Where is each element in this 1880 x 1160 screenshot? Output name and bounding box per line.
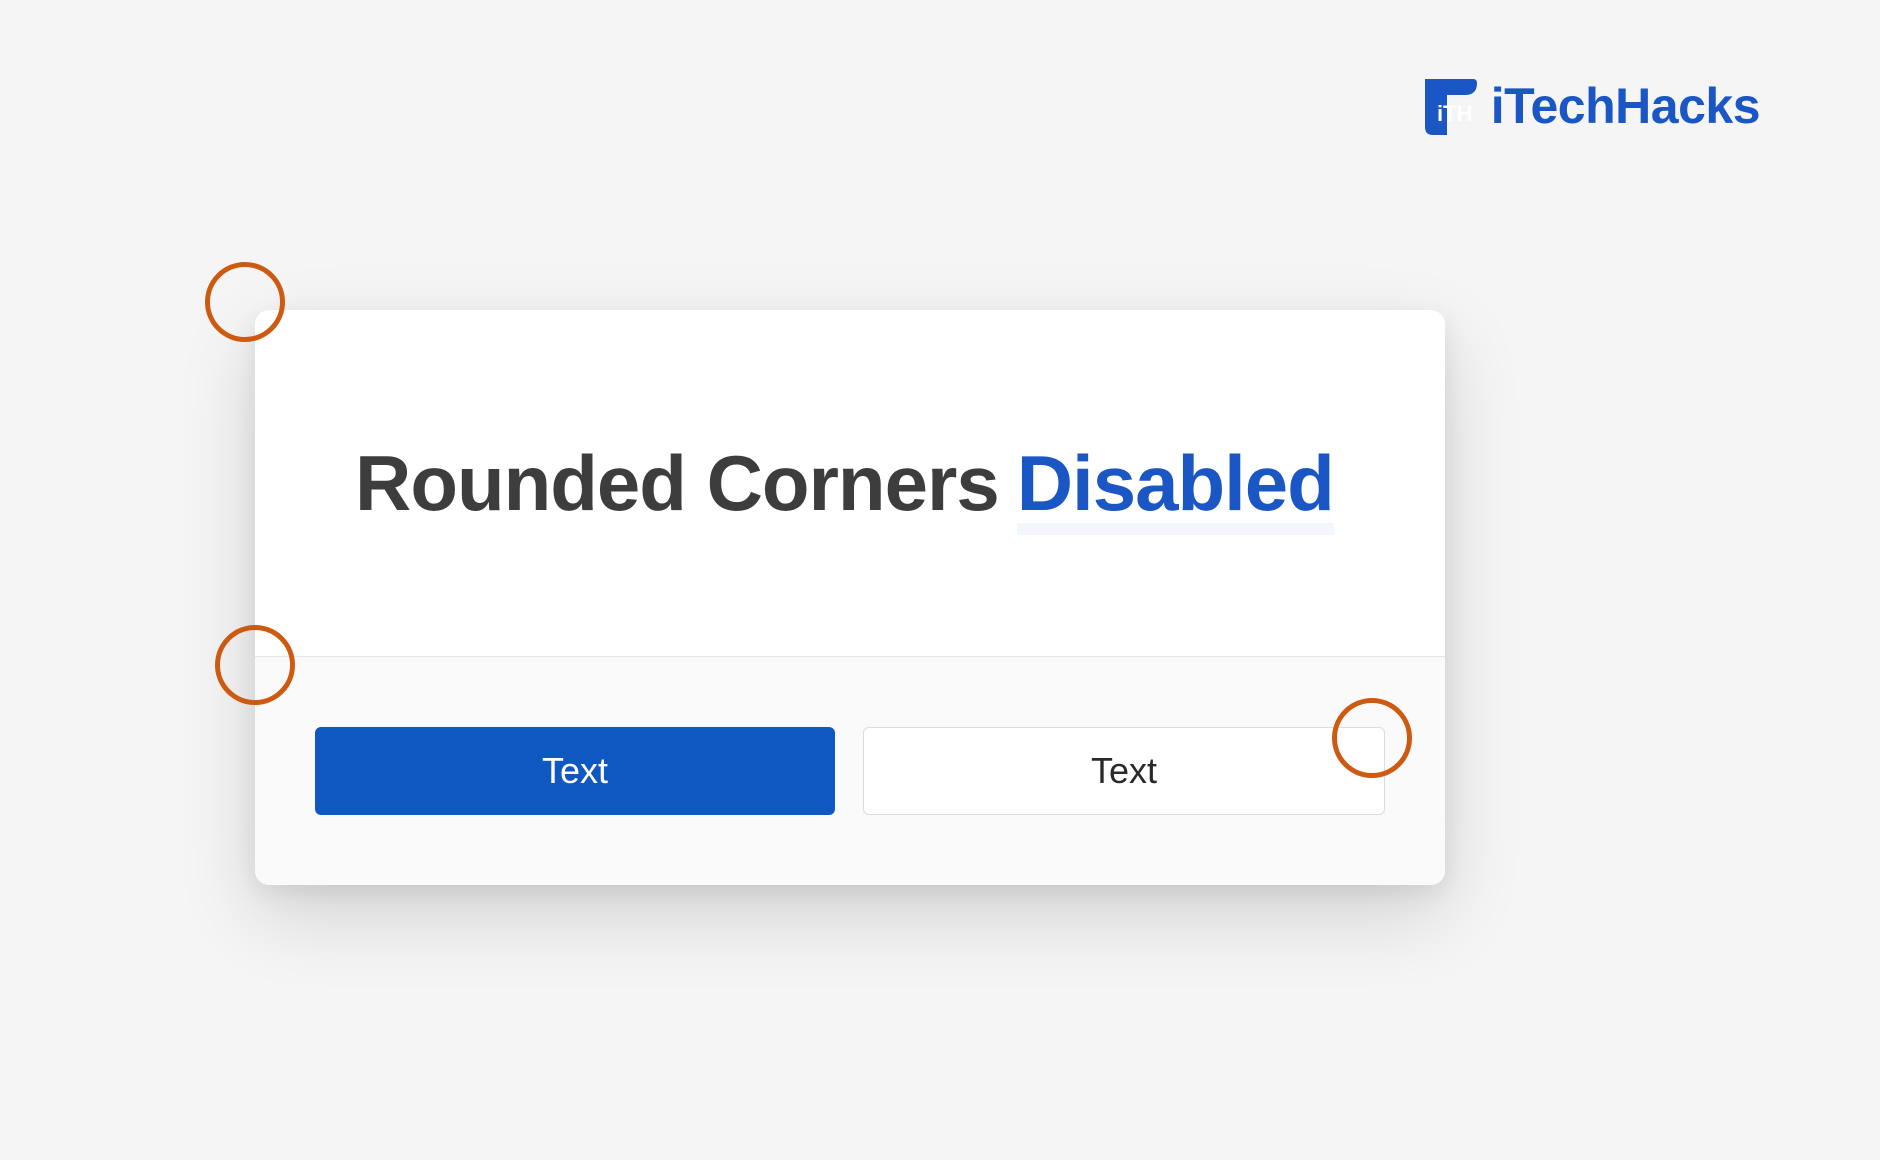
title-status: Disabled [1017, 438, 1334, 529]
svg-text:iTH: iTH [1437, 101, 1472, 126]
secondary-button[interactable]: Text [863, 727, 1385, 815]
dialog-title: Rounded Corners Disabled [355, 438, 1334, 529]
dialog-body: Rounded Corners Disabled [255, 310, 1445, 657]
brand-name: iTechHacks [1491, 77, 1760, 135]
brand-logo-icon: iTH [1419, 75, 1481, 137]
dialog-footer: Text Text [255, 657, 1445, 885]
primary-button[interactable]: Text [315, 727, 835, 815]
title-prefix: Rounded Corners [355, 438, 999, 529]
dialog-card: Rounded Corners Disabled Text Text [255, 310, 1445, 885]
watermark: iTH iTechHacks [1419, 75, 1760, 137]
